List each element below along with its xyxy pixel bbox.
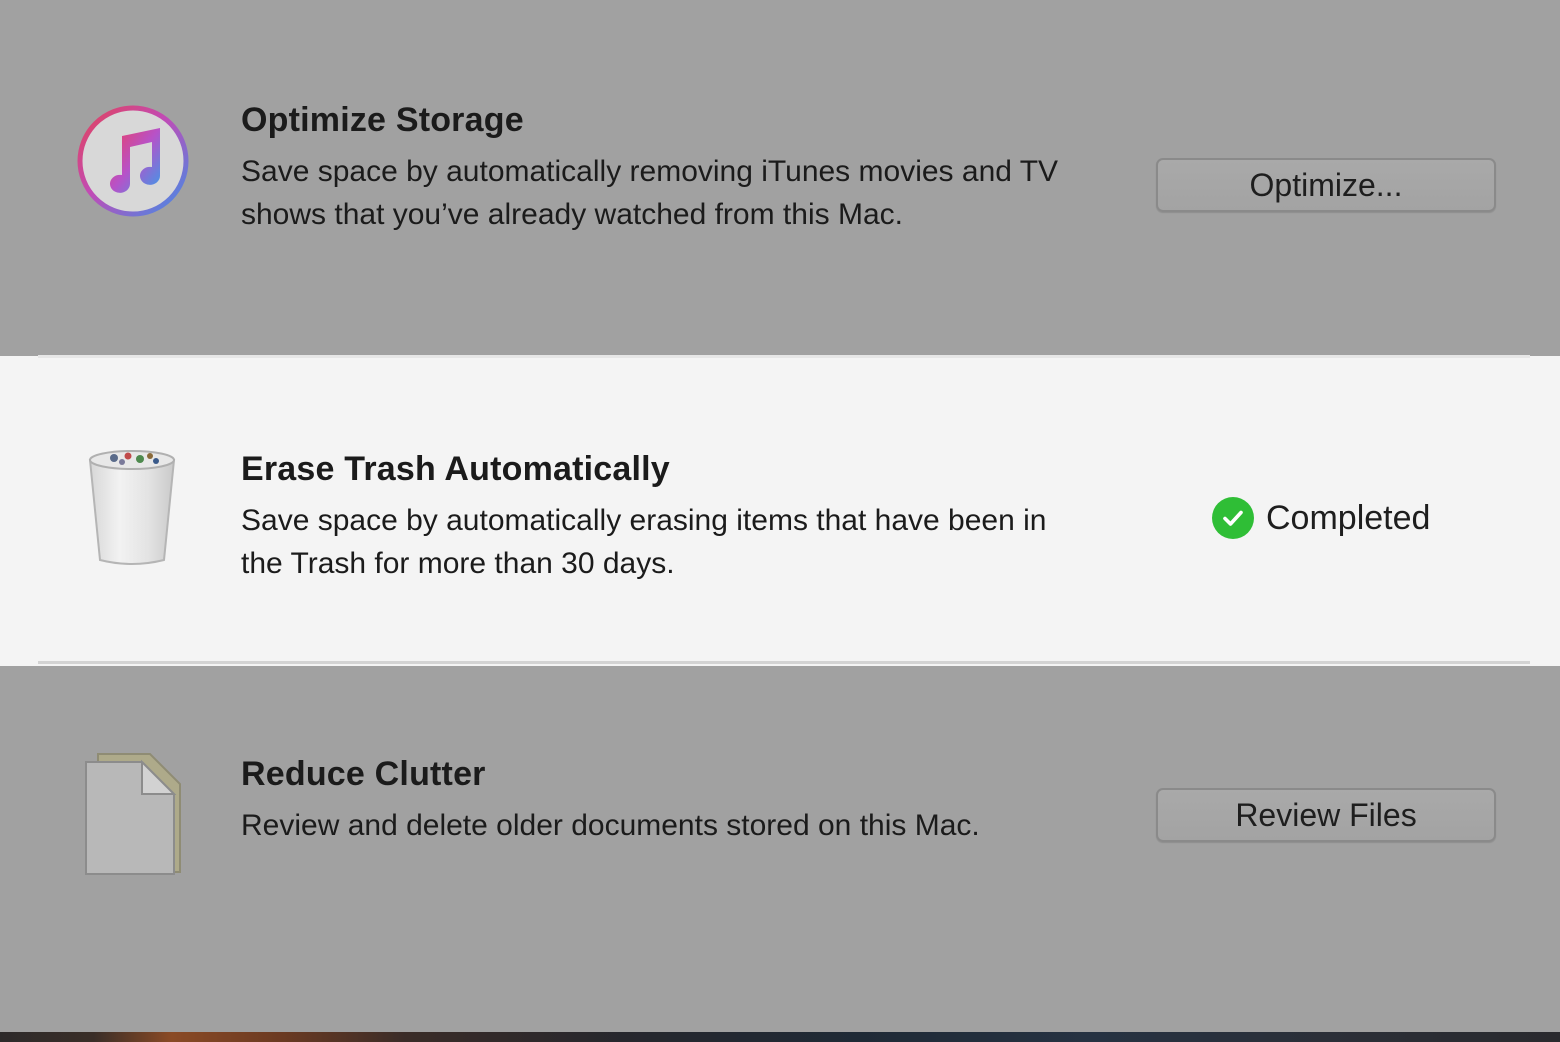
checkmark-icon — [1212, 497, 1254, 539]
row-description: Save space by automatically removing iTu… — [241, 155, 1059, 231]
erase-trash-row: Erase Trash Automatically Save space by … — [0, 356, 1560, 666]
review-files-button[interactable]: Review Files — [1156, 788, 1496, 842]
row-title: Reduce Clutter — [241, 755, 486, 793]
desktop-background-strip — [0, 1032, 1560, 1042]
optimize-storage-row: Optimize Storage Save space by automatic… — [0, 0, 1560, 356]
row-divider — [38, 661, 1530, 664]
optimize-button[interactable]: Optimize... — [1156, 158, 1496, 212]
row-title: Erase Trash Automatically — [241, 450, 670, 488]
row-description: Review and delete older documents stored… — [241, 809, 980, 842]
row-divider — [38, 355, 1530, 358]
row-title: Optimize Storage — [241, 101, 524, 139]
itunes-icon — [76, 104, 190, 218]
completed-status: Completed — [1212, 497, 1430, 539]
document-icon — [84, 752, 184, 876]
reduce-clutter-row: Reduce Clutter Review and delete older d… — [0, 666, 1560, 1032]
status-label: Completed — [1266, 498, 1431, 537]
trash-icon — [84, 444, 180, 568]
row-description: Save space by automatically erasing item… — [241, 504, 1047, 580]
